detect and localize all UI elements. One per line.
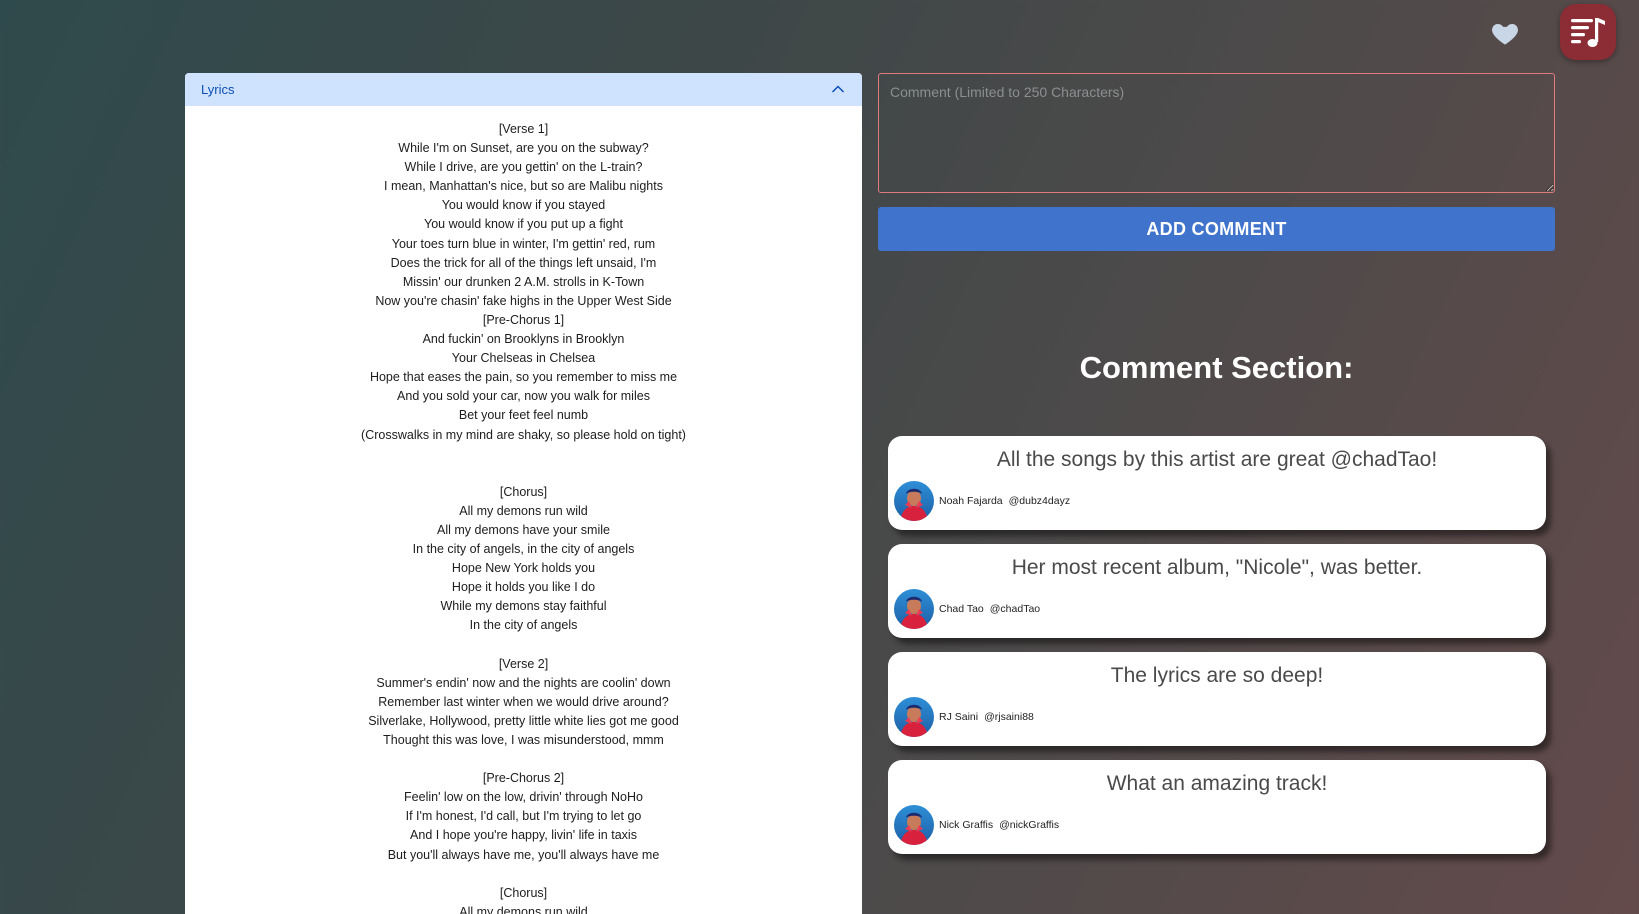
lyrics-accordion-header[interactable]: Lyrics: [185, 73, 862, 106]
avatar[interactable]: [894, 589, 934, 629]
lyrics-text: [Verse 1] While I'm on Sunset, are you on…: [185, 106, 862, 914]
lyric-line: If I'm honest, I'd call, but I'm trying …: [405, 809, 642, 824]
lyric-line: Does the trick for all of the things lef…: [390, 255, 657, 270]
lyric-line: [Pre-Chorus 1]: [482, 312, 565, 327]
lyric-line: [Pre-Chorus 2]: [482, 771, 565, 786]
lyric-line: All my demons run wild: [459, 503, 588, 518]
lyric-line: While I drive, are you gettin' on the L-…: [404, 160, 643, 175]
lyric-line: [185, 636, 862, 655]
comment-input[interactable]: [878, 73, 1555, 193]
lyric-line: While my demons stay faithful: [440, 599, 607, 614]
comment-text: The lyrics are so deep!: [1110, 664, 1324, 687]
author-handle[interactable]: @nickGraffis: [999, 819, 1059, 831]
lyric-line: All my demons run wild: [459, 904, 588, 914]
lyric-line: Feelin' low on the low, drivin' through …: [404, 790, 643, 805]
avatar[interactable]: [894, 697, 934, 737]
lyric-line: In the city of angels: [469, 618, 578, 633]
author-handle[interactable]: @dubz4dayz: [1009, 495, 1070, 507]
comment-text: All the songs by this artist are great @…: [996, 448, 1438, 471]
comment-list: All the songs by this artist are great @…: [888, 436, 1546, 868]
lyric-line: But you'll always have me, you'll always…: [387, 847, 660, 862]
lyric-line: In the city of angels, in the city of an…: [412, 542, 635, 557]
lyric-line: [185, 750, 862, 769]
lyric-line: Hope it holds you like I do: [451, 580, 596, 595]
avatar[interactable]: [894, 481, 934, 521]
comment-card: All the songs by this artist are great @…: [888, 436, 1546, 530]
lyric-line: Remember last winter when we would drive…: [378, 694, 669, 709]
lyric-line: All my demons have your smile: [437, 522, 610, 537]
comment-text: Her most recent album, "Nicole", was bet…: [1011, 556, 1423, 579]
lyric-line: Summer's endin' now and the nights are c…: [376, 675, 671, 690]
author-handle[interactable]: @chadTao: [990, 603, 1040, 615]
lyric-line: Bet your feet feel numb: [458, 408, 589, 423]
comment-text: What an amazing track!: [1106, 772, 1328, 795]
author-name: Nick Graffis: [939, 819, 994, 831]
lyric-line: Thought this was love, I was misundersto…: [383, 733, 664, 747]
lyric-line: I mean, Manhattan's nice, but so are Mal…: [384, 179, 663, 194]
comment-author: RJ Saini @rjsaini88: [894, 697, 1034, 737]
lyric-line: (Crosswalks in my mind are shaky, so ple…: [361, 427, 686, 442]
lyric-line: [Chorus]: [499, 484, 548, 499]
comment-section-title: Comment Section:: [1079, 350, 1354, 385]
author-name: Noah Fajarda: [939, 495, 1003, 507]
lyric-line: Missin' our drunken 2 A.M. strolls in K-…: [402, 274, 645, 289]
comment-card: The lyrics are so deep! RJ Saini @rjsaini…: [888, 652, 1546, 746]
chevron-up-icon[interactable]: [831, 81, 845, 99]
lyric-line: [Verse 1]: [498, 122, 549, 136]
lyric-line: Now you're chasin' fake highs in the Upp…: [375, 293, 672, 308]
lyric-line: And you sold your car, now you walk for …: [397, 389, 650, 404]
lyric-line: And fuckin' on Brooklyns in Brooklyn: [422, 332, 625, 347]
comment-card: Her most recent album, "Nicole", was bet…: [888, 544, 1546, 638]
comment-author: Noah Fajarda @dubz4dayz: [894, 481, 1070, 521]
comment-author: Chad Tao @chadTao: [894, 589, 1040, 629]
author-name: RJ Saini: [939, 711, 979, 723]
lyric-line: And I hope you're happy, livin' life in …: [410, 828, 637, 843]
comment-author: Nick Graffis @nickGraffis: [894, 805, 1059, 845]
add-comment-button[interactable]: ADD COMMENT: [878, 207, 1555, 251]
lyrics-title: Lyrics: [201, 82, 235, 97]
lyric-line: While I'm on Sunset, are you on the subw…: [398, 141, 649, 156]
avatar[interactable]: [894, 805, 934, 845]
lyric-line: [185, 865, 862, 884]
lyric-line: [Verse 2]: [498, 656, 549, 671]
lyric-line: Hope New York holds you: [451, 561, 596, 576]
lyric-line: Your Chelseas in Chelsea: [451, 351, 596, 366]
lyrics-panel: Lyrics [Verse 1] While I'm on Sunset, are…: [185, 73, 862, 914]
music-playlist-icon[interactable]: [1560, 4, 1616, 60]
author-name: Chad Tao: [939, 603, 984, 615]
lyric-line: Silverlake, Hollywood, pretty little whi…: [368, 713, 679, 728]
lyric-line: Hope that eases the pain, so you remembe…: [369, 370, 678, 385]
lyric-line: [185, 464, 862, 483]
author-handle[interactable]: @rjsaini88: [984, 711, 1034, 723]
lyric-line: You would know if you put up a fight: [424, 217, 623, 232]
heart-icon[interactable]: [1490, 18, 1520, 48]
lyric-line: [Chorus]: [499, 885, 548, 900]
lyric-line: [185, 445, 862, 464]
lyric-line: Your toes turn blue in winter, I'm getti…: [391, 236, 656, 251]
comment-card: What an amazing track! Nick Graffis @nick…: [888, 760, 1546, 854]
lyric-line: You would know if you stayed: [441, 198, 606, 213]
